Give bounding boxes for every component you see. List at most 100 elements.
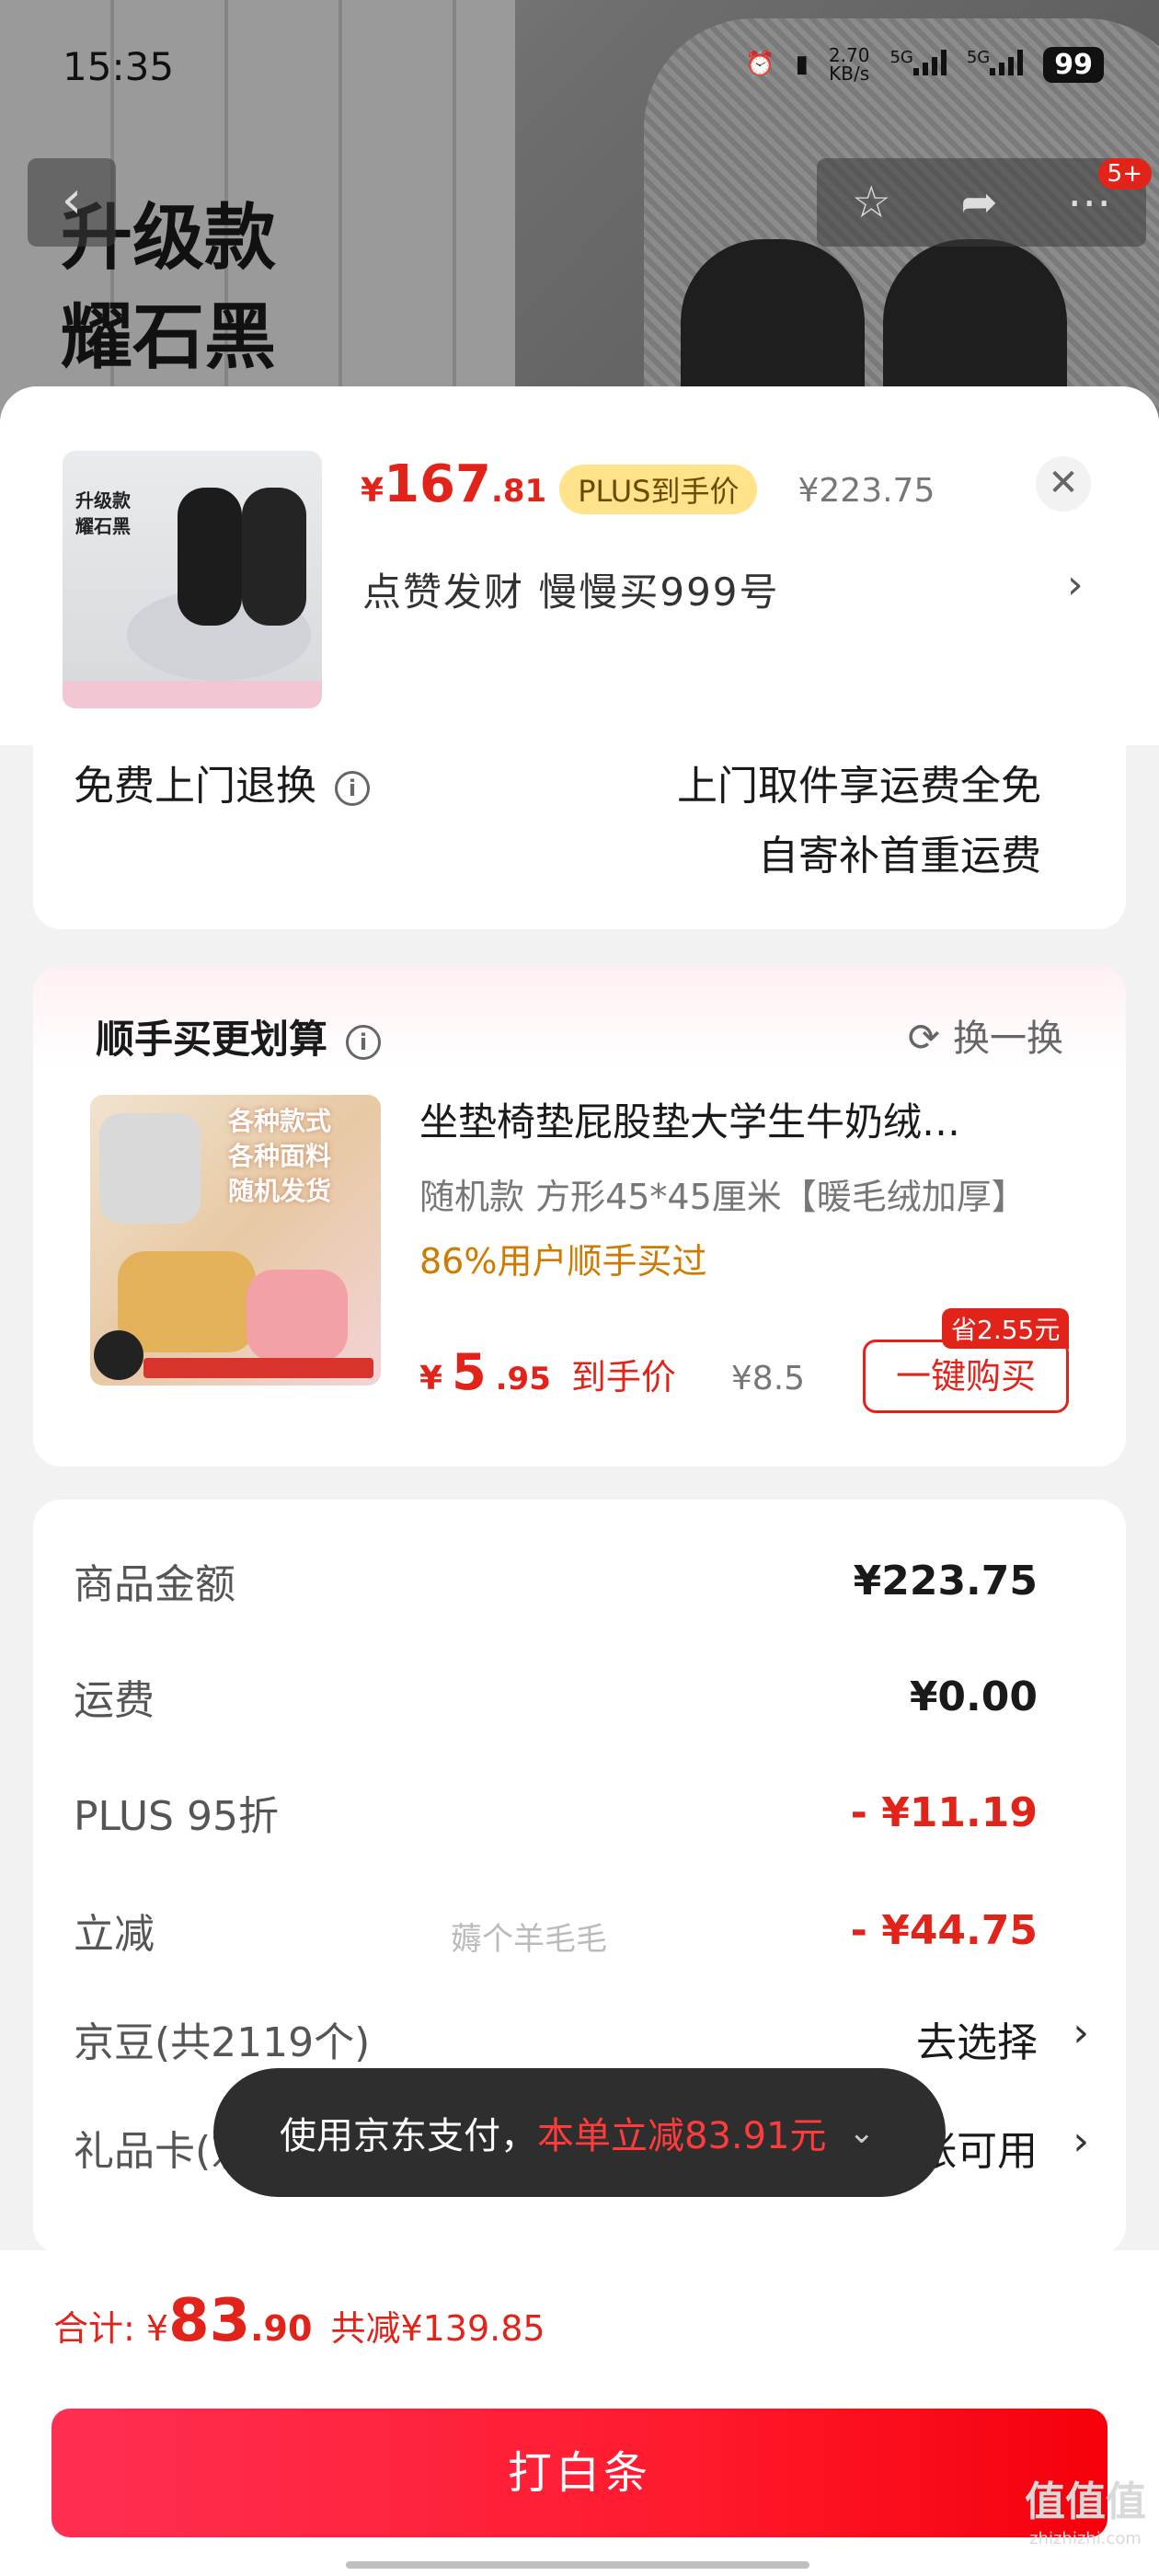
product-price: ¥167.81 [361,454,546,514]
refresh-icon: ⟳ [907,1015,940,1060]
message-badge: 5+ [1097,158,1152,190]
bill-value: ¥223.75 [853,1557,1038,1604]
watermark-sub: zhizhizhi.com [1029,2529,1142,2548]
chevron-right-icon[interactable]: › [1073,2118,1089,2165]
addon-img-cushion-yellow [118,1251,256,1352]
total-row: 合计: ¥83.90 共减¥139.85 [53,2287,545,2355]
signal-1-label: 5G [889,47,913,67]
chevron-right-icon[interactable]: › [1073,2009,1089,2056]
back-button[interactable]: ‹ [28,158,116,247]
overlay-watermark-text: 薅个羊毛毛 [451,1921,607,1958]
return-service-card: 免费上门退换 i 上门取件享运费全免 自寄补首重运费 [33,727,1126,929]
addon-image-band [143,1358,373,1378]
thumb-cushion-right [242,488,306,626]
addon-image[interactable]: 各种款式 各种面料 随机发货 [90,1095,381,1386]
site-watermark: 值值值 zhizhizhi.com [1025,2482,1146,2558]
close-button[interactable]: ✕ [1036,456,1091,512]
bill-label: 京豆(共2119个) [74,2019,371,2066]
bill-value: ¥0.00 [909,1673,1038,1720]
addon-price-currency: ¥ [419,1360,443,1397]
thumb-banner [63,681,322,708]
share-icon[interactable]: ➦ [960,177,997,228]
addon-spec: 随机款 方形45*45厘米【暖毛绒加厚】 [419,1177,1027,1217]
addon-price-row: ¥5.95 到手价 ¥8.5 [419,1343,805,1401]
thumb-title-line1: 升级款 [75,489,131,512]
product-thumbnail[interactable]: 升级款 耀石黑 [63,451,322,708]
chevron-down-icon: ⌄ [848,2114,876,2151]
addon-price-decimal: .95 [495,1361,551,1397]
hero-title-line2: 耀石黑 [61,296,277,379]
thumb-title-line2: 耀石黑 [75,515,131,537]
alarm-icon: ⏰ [745,51,775,78]
star-icon[interactable]: ☆ [852,177,891,228]
bill-label: 商品金额 [74,1561,235,1608]
total-integer: 83 [168,2287,251,2355]
addon-rate: 86%用户顺手买过 [419,1241,707,1282]
top-actions: ☆ ➦ ⋯ [817,158,1146,247]
thumb-cushion-left [178,488,242,626]
net-speed: 2.70 KB/s [829,46,870,83]
addon-image-text-1: 各种款式 [228,1106,332,1136]
return-service-label: 免费上门退换 [74,763,316,810]
total-discount: 共减¥139.85 [330,2308,545,2349]
swap-label: 换一换 [953,1018,1063,1060]
penguin-icon [94,1330,143,1380]
swap-button[interactable]: ⟳ 换一换 [908,1008,1063,1062]
info-icon[interactable]: i [335,771,370,806]
home-indicator[interactable] [346,2561,809,2569]
toast-highlight: 本单立减83.91元 [537,2115,827,2157]
thumb-title: 升级款 耀石黑 [75,488,131,539]
addon-img-cushion-grey [99,1113,201,1224]
addon-title-wrap: 顺手买更划算 i [96,1008,382,1064]
addon-original-price: ¥8.5 [730,1360,806,1397]
price-currency: ¥ [361,472,384,510]
addon-price-suffix: 到手价 [570,1357,676,1397]
one-click-buy-button[interactable]: 一键购买 [863,1340,1069,1413]
vibrate-icon: ▮ [795,51,809,78]
addon-name[interactable]: 坐垫椅垫屁股垫大学生牛奶绒… [419,1091,1082,1147]
watermark-main: 值值值 [1025,2478,1146,2525]
signal-2-icon: 5G [966,47,1024,82]
return-service-line2: 自寄补首重运费 [758,833,1041,880]
price-integer: 167 [384,454,491,514]
toast-text: 使用京东支付， [280,2115,537,2157]
chevron-right-icon[interactable]: › [1067,561,1084,608]
bill-label: PLUS 95折 [74,1793,279,1840]
addon-image-text-2: 各种面料 [228,1141,332,1171]
addon-price-integer: 5 [452,1343,487,1401]
price-decimal: .81 [490,473,547,510]
bill-value: - ¥11.19 [850,1788,1038,1836]
bill-row-goods: 商品金额 ¥223.75 [74,1551,1038,1610]
total-label: 合计: ¥ [53,2308,169,2349]
bill-value: - ¥44.75 [850,1906,1038,1954]
chevron-left-icon: ‹ [61,170,83,230]
bill-label: 运费 [74,1677,155,1724]
status-bar: 15:35 ⏰ ▮ 2.70 KB/s 5G 5G 99 [0,0,1159,138]
return-service-label-wrap: 免费上门退换 i [74,753,370,811]
original-price: ¥223.75 [798,472,935,510]
addon-card: 顺手买更划算 i ⟳ 换一换 各种款式 各种面料 随机发货 坐垫椅垫屁股垫大学生牛奶… [33,966,1126,1466]
bill-value: 去选择 [916,2019,1038,2066]
close-icon: ✕ [1048,462,1079,504]
addon-image-text-3: 随机发货 [228,1176,332,1206]
status-time: 15:35 [63,44,175,89]
pay-promo-toast[interactable]: 使用京东支付， 本单立减83.91元 ⌄ [213,2068,946,2197]
status-icons: ⏰ ▮ 2.70 KB/s 5G 5G 99 [745,46,1104,83]
bill-label: 立减 [74,1911,155,1958]
addon-title: 顺手买更划算 [96,1017,328,1062]
addon-image-text: 各种款式 各种面料 随机发货 [228,1104,331,1209]
total-decimal: .90 [250,2308,313,2349]
bill-row-plus-discount: PLUS 95折 - ¥11.19 [74,1783,1038,1842]
addon-img-cushion-pink [247,1270,348,1362]
plus-price-tag: PLUS到手价 [559,465,758,514]
bill-row-jingdou[interactable]: 京豆(共2119个) 去选择 [74,2009,1038,2068]
checkout-footer: 合计: ¥83.90 共减¥139.85 打白条 [0,2250,1159,2576]
bill-row-shipping: 运费 ¥0.00 [74,1667,1038,1726]
product-price-row: ¥167.81 PLUS到手价 ¥223.75 [361,454,935,514]
net-speed-unit: KB/s [829,63,870,85]
signal-1-icon: 5G [889,47,947,82]
addon-info-icon[interactable]: i [346,1024,382,1060]
pay-button[interactable]: 打白条 [52,2409,1107,2537]
signal-2-label: 5G [966,47,991,67]
selected-spec[interactable]: 点赞发财 慢慢买999号 [362,561,780,617]
